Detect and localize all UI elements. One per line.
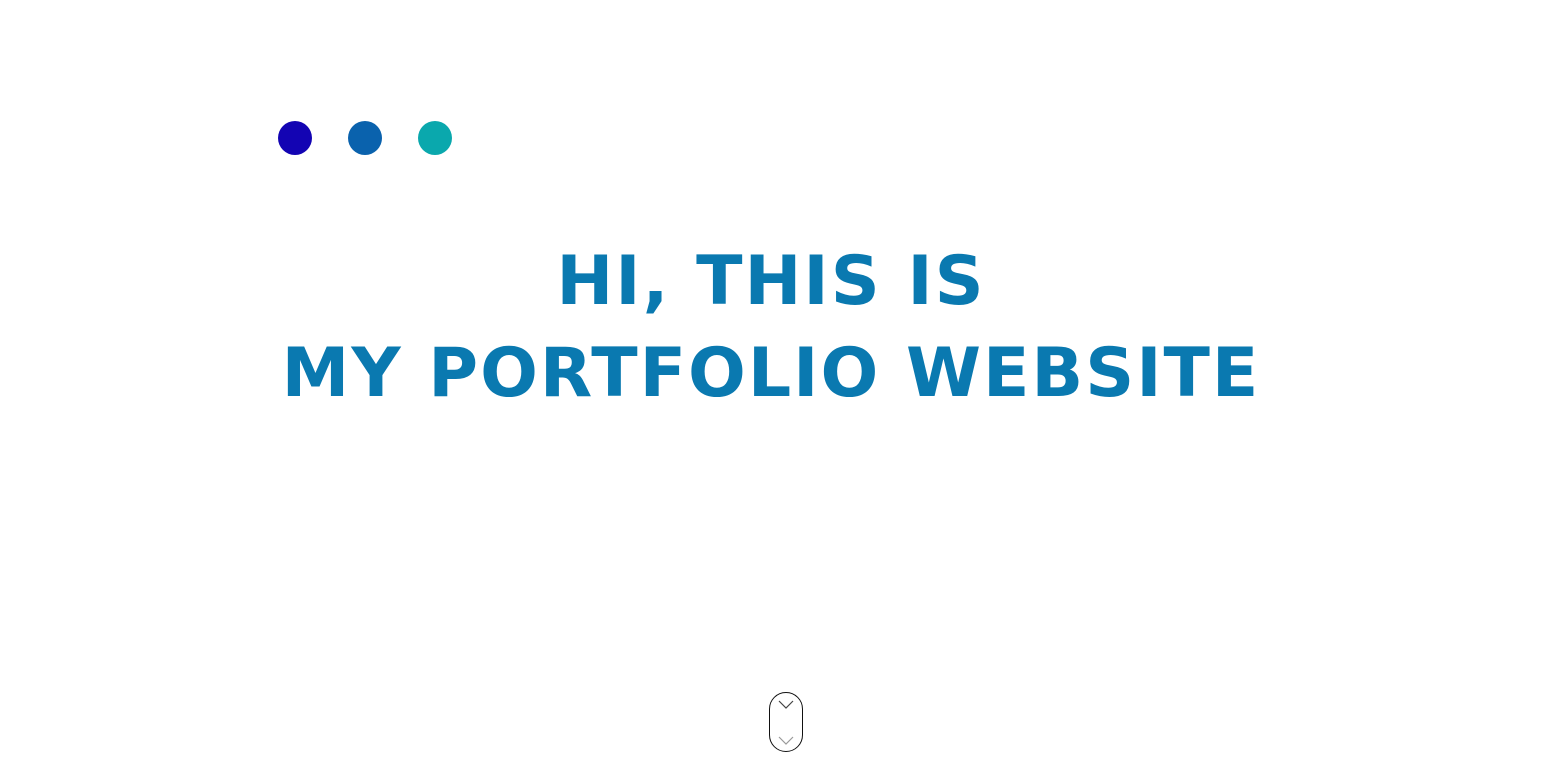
hero-line-1: HI, THIS IS xyxy=(556,242,986,321)
window-dots xyxy=(278,121,458,157)
chevron-down-icon xyxy=(778,736,794,745)
hero-line-2: MY PORTFOLIO WEBSITE xyxy=(281,334,1261,413)
chevron-down-icon xyxy=(778,700,794,709)
hero-heading: HI, THIS IS MY PORTFOLIO WEBSITE xyxy=(0,236,1542,420)
circle-dot-icon xyxy=(348,121,382,155)
scroll-down-button[interactable] xyxy=(769,692,803,752)
page: HI, THIS IS MY PORTFOLIO WEBSITE xyxy=(0,0,1542,768)
circle-dot-icon xyxy=(278,121,312,155)
circle-dot-icon xyxy=(418,121,452,155)
